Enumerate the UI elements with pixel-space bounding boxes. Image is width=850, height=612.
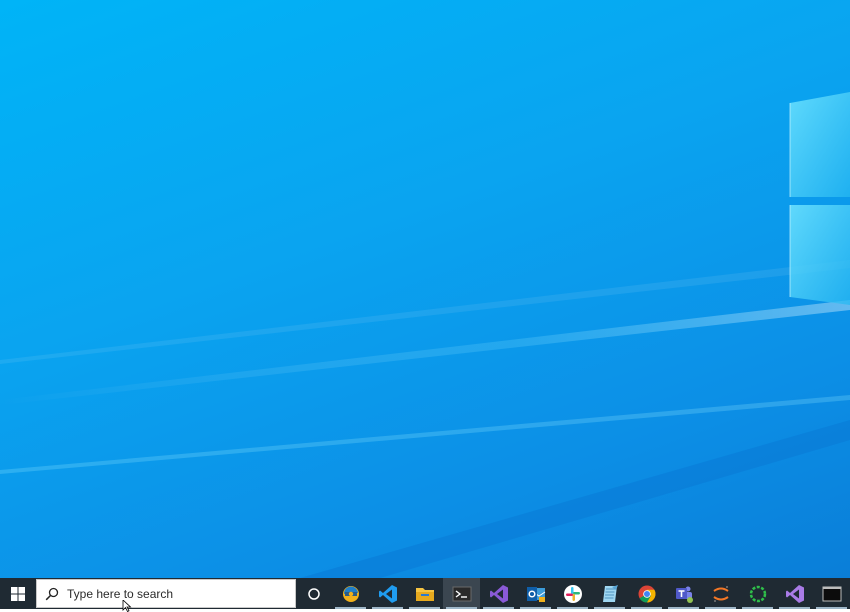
taskbar-app-teams[interactable] xyxy=(665,578,702,609)
mouse-cursor-icon xyxy=(122,600,132,612)
taskbar-app-file-explorer[interactable] xyxy=(406,578,443,609)
green-ring-icon xyxy=(749,585,766,602)
cortana-circle-icon xyxy=(308,587,320,600)
taskbar-app-outlook[interactable] xyxy=(517,578,554,609)
console-window-icon xyxy=(822,586,841,601)
windows-logo-icon xyxy=(11,586,25,601)
taskbar-app-jupyter[interactable] xyxy=(702,578,739,609)
visual-studio-preview-icon xyxy=(785,584,804,603)
outlook-icon xyxy=(526,586,545,602)
taskbar-app-visual-studio-preview[interactable] xyxy=(776,578,813,609)
vscode-icon xyxy=(378,584,397,603)
search-box[interactable]: Type here to search xyxy=(36,579,296,608)
taskbar-app-chrome[interactable] xyxy=(628,578,665,609)
taskbar-app-notepad[interactable] xyxy=(591,578,628,609)
search-placeholder: Type here to search xyxy=(67,586,174,601)
folder-icon xyxy=(415,587,434,601)
taskbar-app-terminal[interactable] xyxy=(443,578,480,609)
jupyter-icon xyxy=(712,585,729,602)
wallpaper xyxy=(0,92,850,578)
notepad-icon xyxy=(602,584,618,602)
slack-icon xyxy=(563,584,582,603)
taskbar-app-loading[interactable] xyxy=(739,578,776,609)
teams-icon xyxy=(675,586,693,603)
taskbar-app-vscode[interactable] xyxy=(369,578,406,609)
visual-studio-icon xyxy=(489,584,508,603)
edge-canary-icon xyxy=(342,585,359,602)
desktop[interactable] xyxy=(0,0,850,578)
search-icon xyxy=(45,587,59,600)
taskbar-app-edge-canary[interactable] xyxy=(332,578,369,609)
taskbar-app-console-window[interactable] xyxy=(813,578,850,609)
taskbar-app-slack[interactable] xyxy=(554,578,591,609)
chrome-icon xyxy=(638,585,655,603)
logo-pane-bottom xyxy=(790,205,850,305)
cortana-button[interactable] xyxy=(296,578,332,609)
logo-pane-top xyxy=(790,92,850,197)
start-button[interactable] xyxy=(0,578,36,609)
terminal-icon xyxy=(452,586,471,601)
taskbar-app-visual-studio[interactable] xyxy=(480,578,517,609)
